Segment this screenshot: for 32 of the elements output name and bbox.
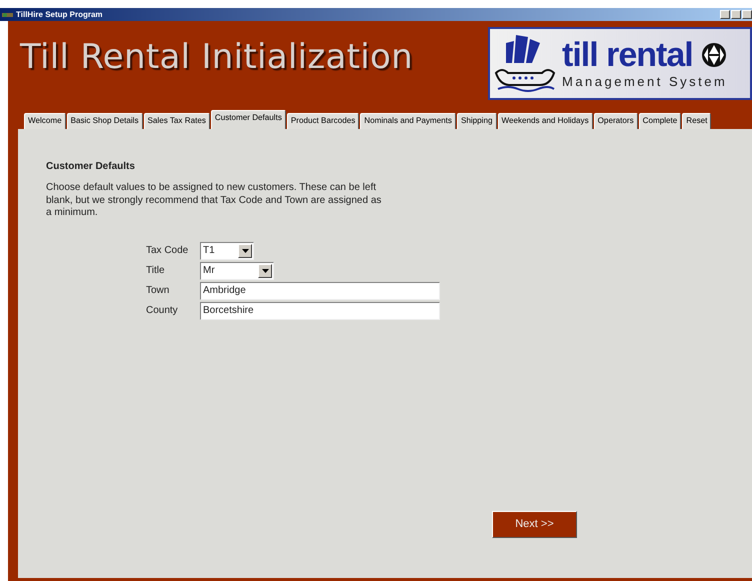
minimize-button[interactable] [720, 10, 730, 19]
window-title: TillHire Setup Program [16, 10, 103, 19]
field-label: Town [146, 284, 170, 298]
tab[interactable]: Shipping [456, 113, 496, 129]
tab[interactable]: Nominals and Payments [360, 113, 456, 129]
tab[interactable]: Welcome [24, 113, 66, 129]
section-heading: Customer Defaults [46, 160, 136, 174]
tab[interactable]: Operators [594, 113, 638, 129]
text-field[interactable]: Borcetshire [200, 302, 440, 320]
dropdown[interactable]: Mr [200, 262, 274, 280]
app-icon [2, 10, 13, 18]
tab[interactable]: Sales Tax Rates [144, 113, 210, 129]
logo-tagline: Management System [562, 74, 728, 89]
tab[interactable]: Product Barcodes [286, 113, 360, 129]
tab[interactable]: Basic Shop Details [66, 113, 143, 129]
section-description: Choose default values to be assigned to new customers. These can be left blank, but we strongly recommend that Tax Code and Town are assigned as a minimum. [46, 182, 382, 220]
next-button[interactable]: Next >> [492, 511, 577, 538]
dropdown[interactable]: T1 [200, 242, 254, 260]
tab[interactable]: Weekends and Holidays [498, 113, 593, 129]
field-label: County [146, 304, 179, 318]
field-label: Tax Code [146, 244, 190, 258]
tab[interactable]: Reset [682, 113, 712, 129]
logo-name: till rental [562, 38, 693, 72]
close-button[interactable] [742, 10, 752, 19]
tab[interactable]: Complete [638, 113, 682, 129]
field-label: Title [146, 264, 166, 278]
text-field[interactable]: Ambridge [200, 282, 440, 300]
page-title: Till Rental Initialization [20, 37, 413, 77]
maximize-button[interactable] [731, 10, 741, 19]
ship-icon [494, 32, 556, 94]
tab[interactable]: Customer Defaults [210, 110, 286, 129]
logo-emblem-icon [700, 42, 727, 68]
